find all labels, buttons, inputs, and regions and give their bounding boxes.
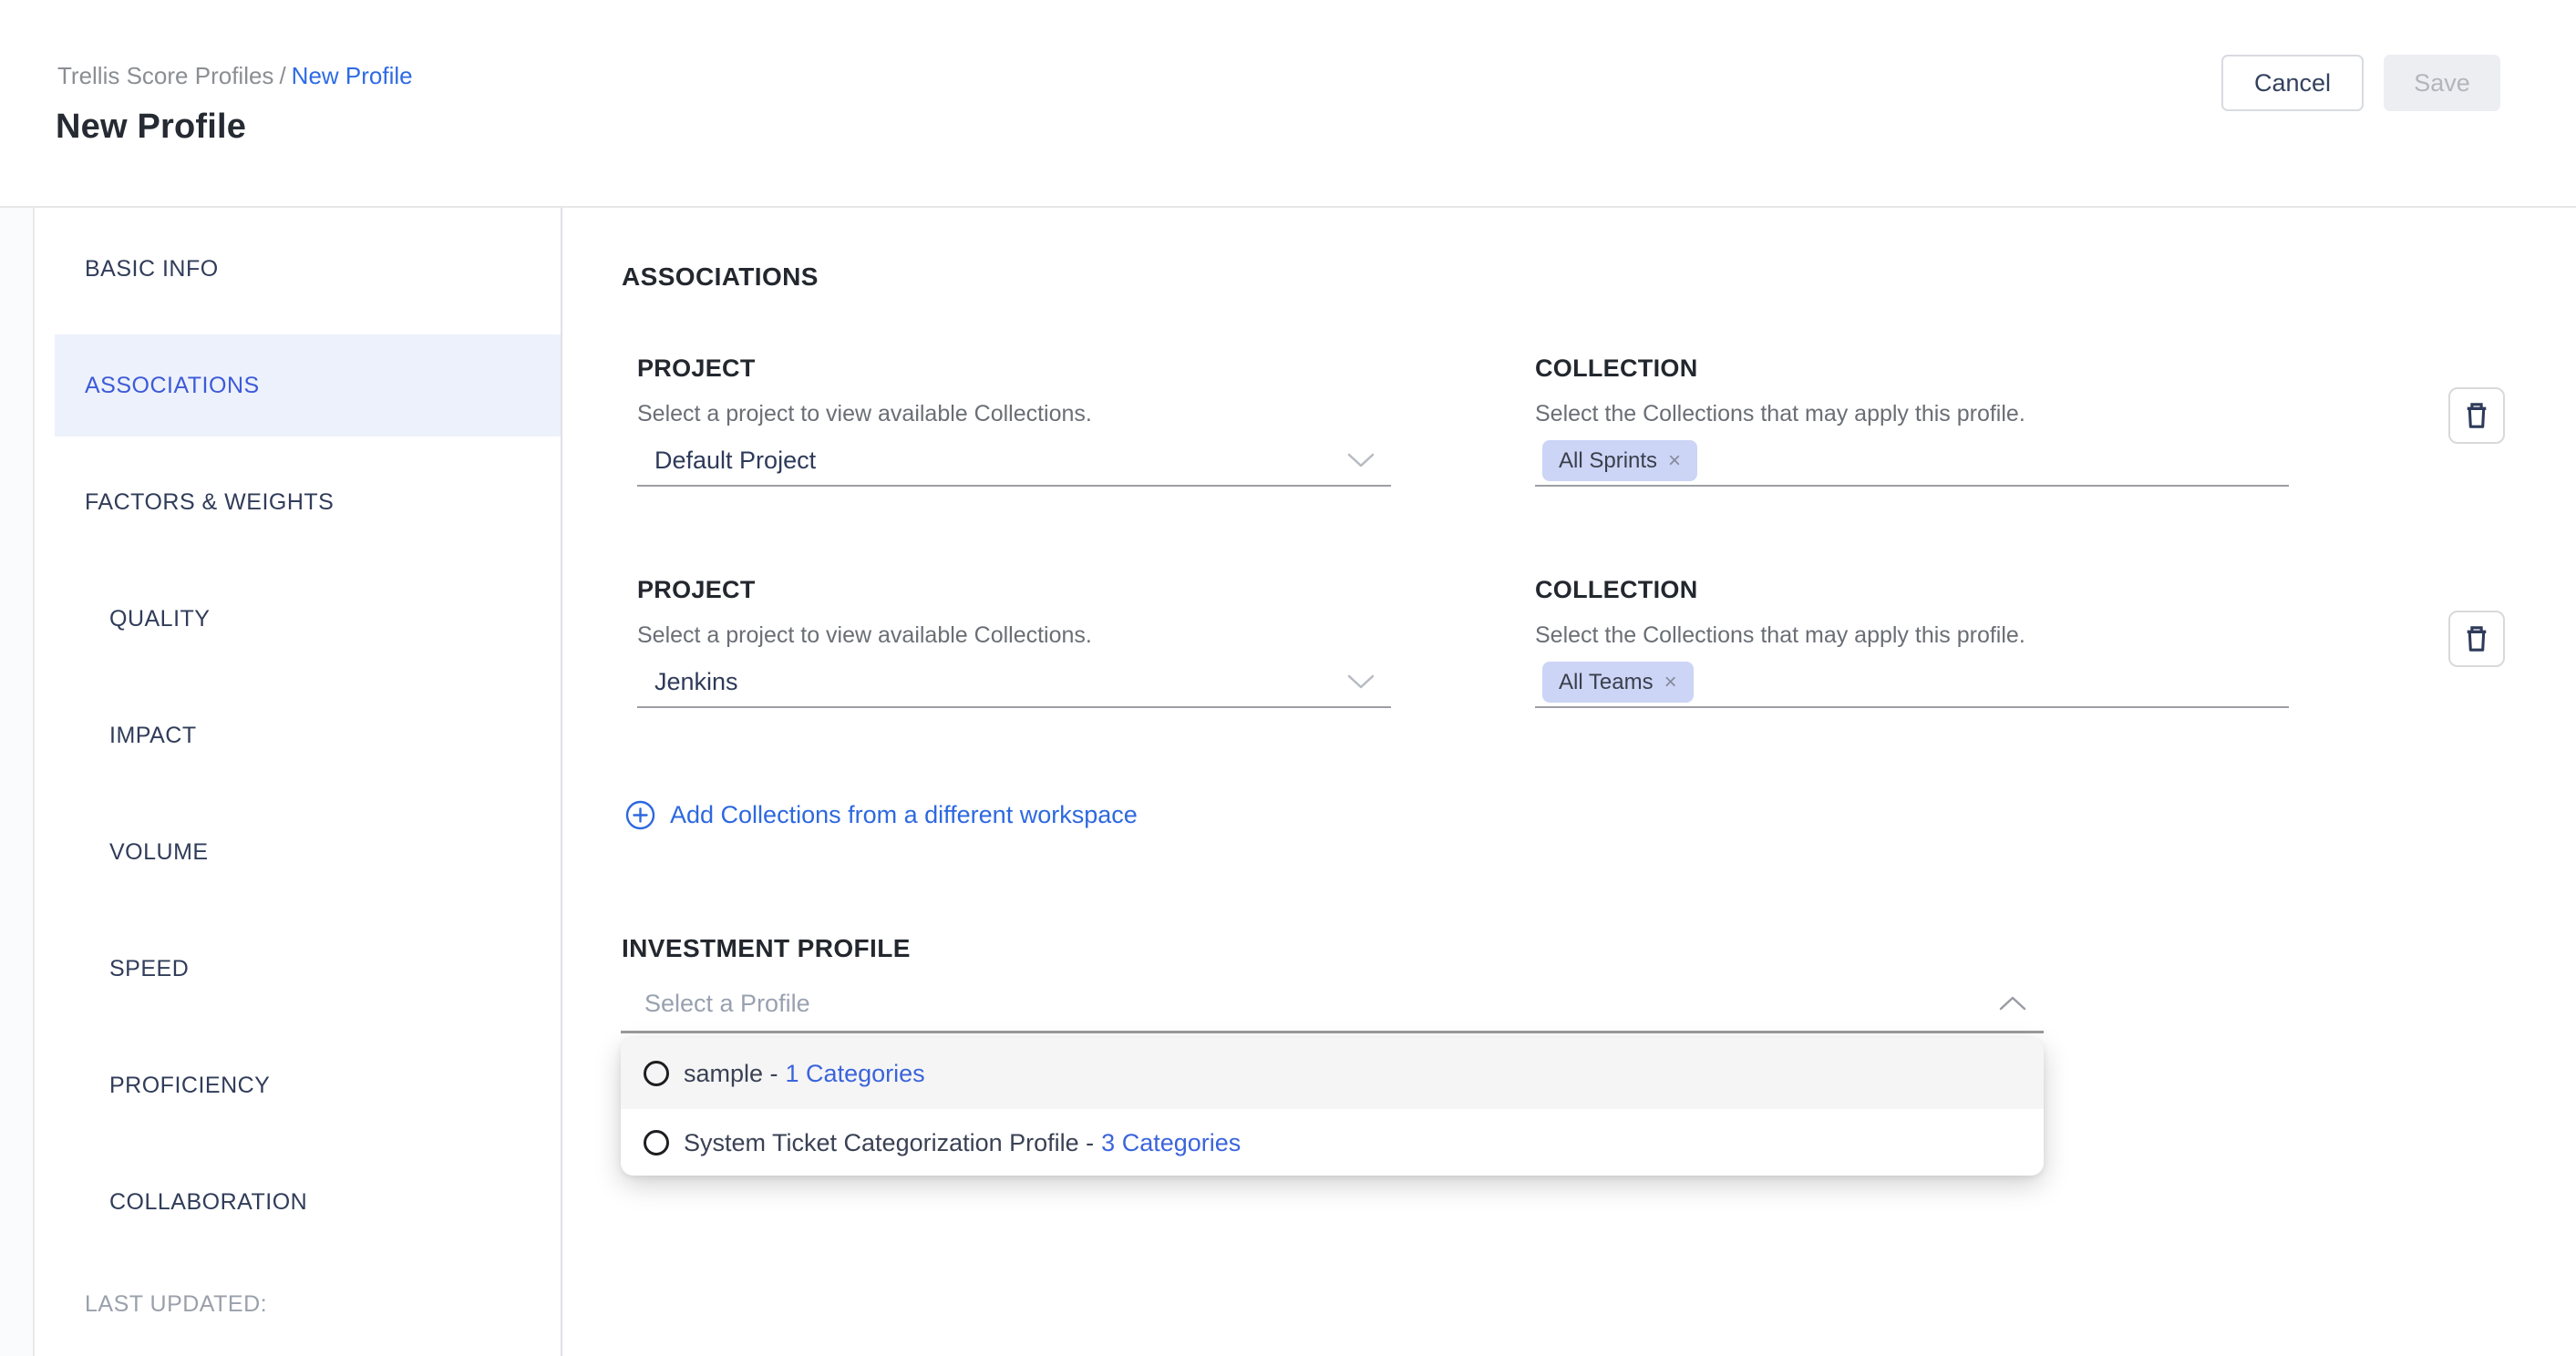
add-collections-link[interactable]: Add Collections from a different workspa… (624, 796, 1138, 833)
header-actions: Cancel Save (2221, 55, 2500, 111)
investment-profile-dropdown: sample - 1 Categories System Ticket Cate… (621, 1038, 2044, 1176)
left-rail (0, 208, 35, 1356)
sidebar-item-collaboration[interactable]: COLLABORATION (36, 1151, 561, 1253)
project-label: PROJECT (637, 352, 756, 385)
plus-circle-icon (624, 799, 656, 831)
last-updated-label: LAST UPDATED: (36, 1288, 561, 1320)
delete-association-button[interactable] (2448, 387, 2505, 444)
sidebar-item-impact[interactable]: IMPACT (36, 684, 561, 786)
collection-label: COLLECTION (1535, 352, 1698, 385)
trellis-score-profile-page: Trellis Score Profiles/New Profile New P… (0, 0, 2576, 1356)
collection-select-underline (1535, 706, 2289, 708)
project-select[interactable]: Default Project (654, 444, 816, 477)
investment-profile-select[interactable]: Select a Profile (644, 987, 810, 1020)
associations-section-title: ASSOCIATIONS (622, 262, 819, 292)
chevron-down-icon[interactable] (1346, 452, 1376, 468)
dropdown-option-sample[interactable]: sample - 1 Categories (621, 1038, 2044, 1109)
collection-helper: Select the Collections that may apply th… (1535, 397, 2025, 430)
collection-helper: Select the Collections that may apply th… (1535, 619, 2025, 652)
breadcrumb-current[interactable]: New Profile (292, 62, 413, 89)
sidebar-item-quality[interactable]: QUALITY (36, 568, 561, 670)
investment-select-underline (621, 1031, 2044, 1033)
sidebar: BASIC INFO ASSOCIATIONS FACTORS & WEIGHT… (36, 208, 562, 1356)
project-label: PROJECT (637, 573, 756, 606)
trash-icon (2460, 622, 2493, 655)
breadcrumb-separator: / (273, 62, 291, 89)
option-categories-link[interactable]: 1 Categories (786, 1057, 925, 1090)
delete-association-button[interactable] (2448, 611, 2505, 667)
sidebar-item-proficiency[interactable]: PROFICIENCY (36, 1034, 561, 1136)
main-content: ASSOCIATIONS PROJECT Select a project to… (564, 208, 2576, 1356)
project-select-underline (637, 706, 1391, 708)
chip-remove-icon[interactable]: × (1668, 450, 1681, 472)
cancel-button[interactable]: Cancel (2221, 55, 2364, 111)
chip-remove-icon[interactable]: × (1664, 672, 1677, 693)
sidebar-item-associations[interactable]: ASSOCIATIONS (55, 334, 561, 437)
sidebar-item-basic-info[interactable]: BASIC INFO (36, 218, 561, 320)
chip-label: All Teams (1559, 670, 1654, 695)
trash-icon (2460, 399, 2493, 432)
dropdown-option-system-ticket[interactable]: System Ticket Categorization Profile - 3… (621, 1109, 2044, 1176)
option-categories-link[interactable]: 3 Categories (1101, 1126, 1241, 1159)
page-title: New Profile (56, 108, 246, 147)
save-button[interactable]: Save (2384, 55, 2500, 111)
sidebar-item-volume[interactable]: VOLUME (36, 801, 561, 903)
project-select-underline (637, 485, 1391, 487)
collection-chip-row: All Sprints × (1542, 440, 1697, 481)
collection-chip-row: All Teams × (1542, 662, 1694, 703)
option-name: System Ticket Categorization Profile - (684, 1126, 1094, 1159)
radio-icon[interactable] (644, 1061, 669, 1086)
page-header: Trellis Score Profiles/New Profile New P… (0, 0, 2576, 208)
collection-chip[interactable]: All Sprints × (1542, 440, 1697, 481)
chevron-down-icon[interactable] (1346, 673, 1376, 690)
chevron-up-icon[interactable] (1998, 995, 2027, 1012)
option-name: sample - (684, 1057, 778, 1090)
project-select[interactable]: Jenkins (654, 665, 738, 698)
chip-label: All Sprints (1559, 448, 1657, 474)
collection-label: COLLECTION (1535, 573, 1698, 606)
sidebar-item-factors-weights[interactable]: FACTORS & WEIGHTS (36, 451, 561, 553)
investment-profile-title: INVESTMENT PROFILE (622, 934, 911, 963)
breadcrumb: Trellis Score Profiles/New Profile (57, 60, 413, 91)
add-collections-label: Add Collections from a different workspa… (670, 796, 1138, 833)
collection-chip[interactable]: All Teams × (1542, 662, 1694, 703)
collection-select-underline (1535, 485, 2289, 487)
sidebar-item-speed[interactable]: SPEED (36, 918, 561, 1020)
project-helper: Select a project to view available Colle… (637, 397, 1092, 430)
project-helper: Select a project to view available Colle… (637, 619, 1092, 652)
breadcrumb-parent[interactable]: Trellis Score Profiles (57, 62, 273, 89)
radio-icon[interactable] (644, 1130, 669, 1156)
